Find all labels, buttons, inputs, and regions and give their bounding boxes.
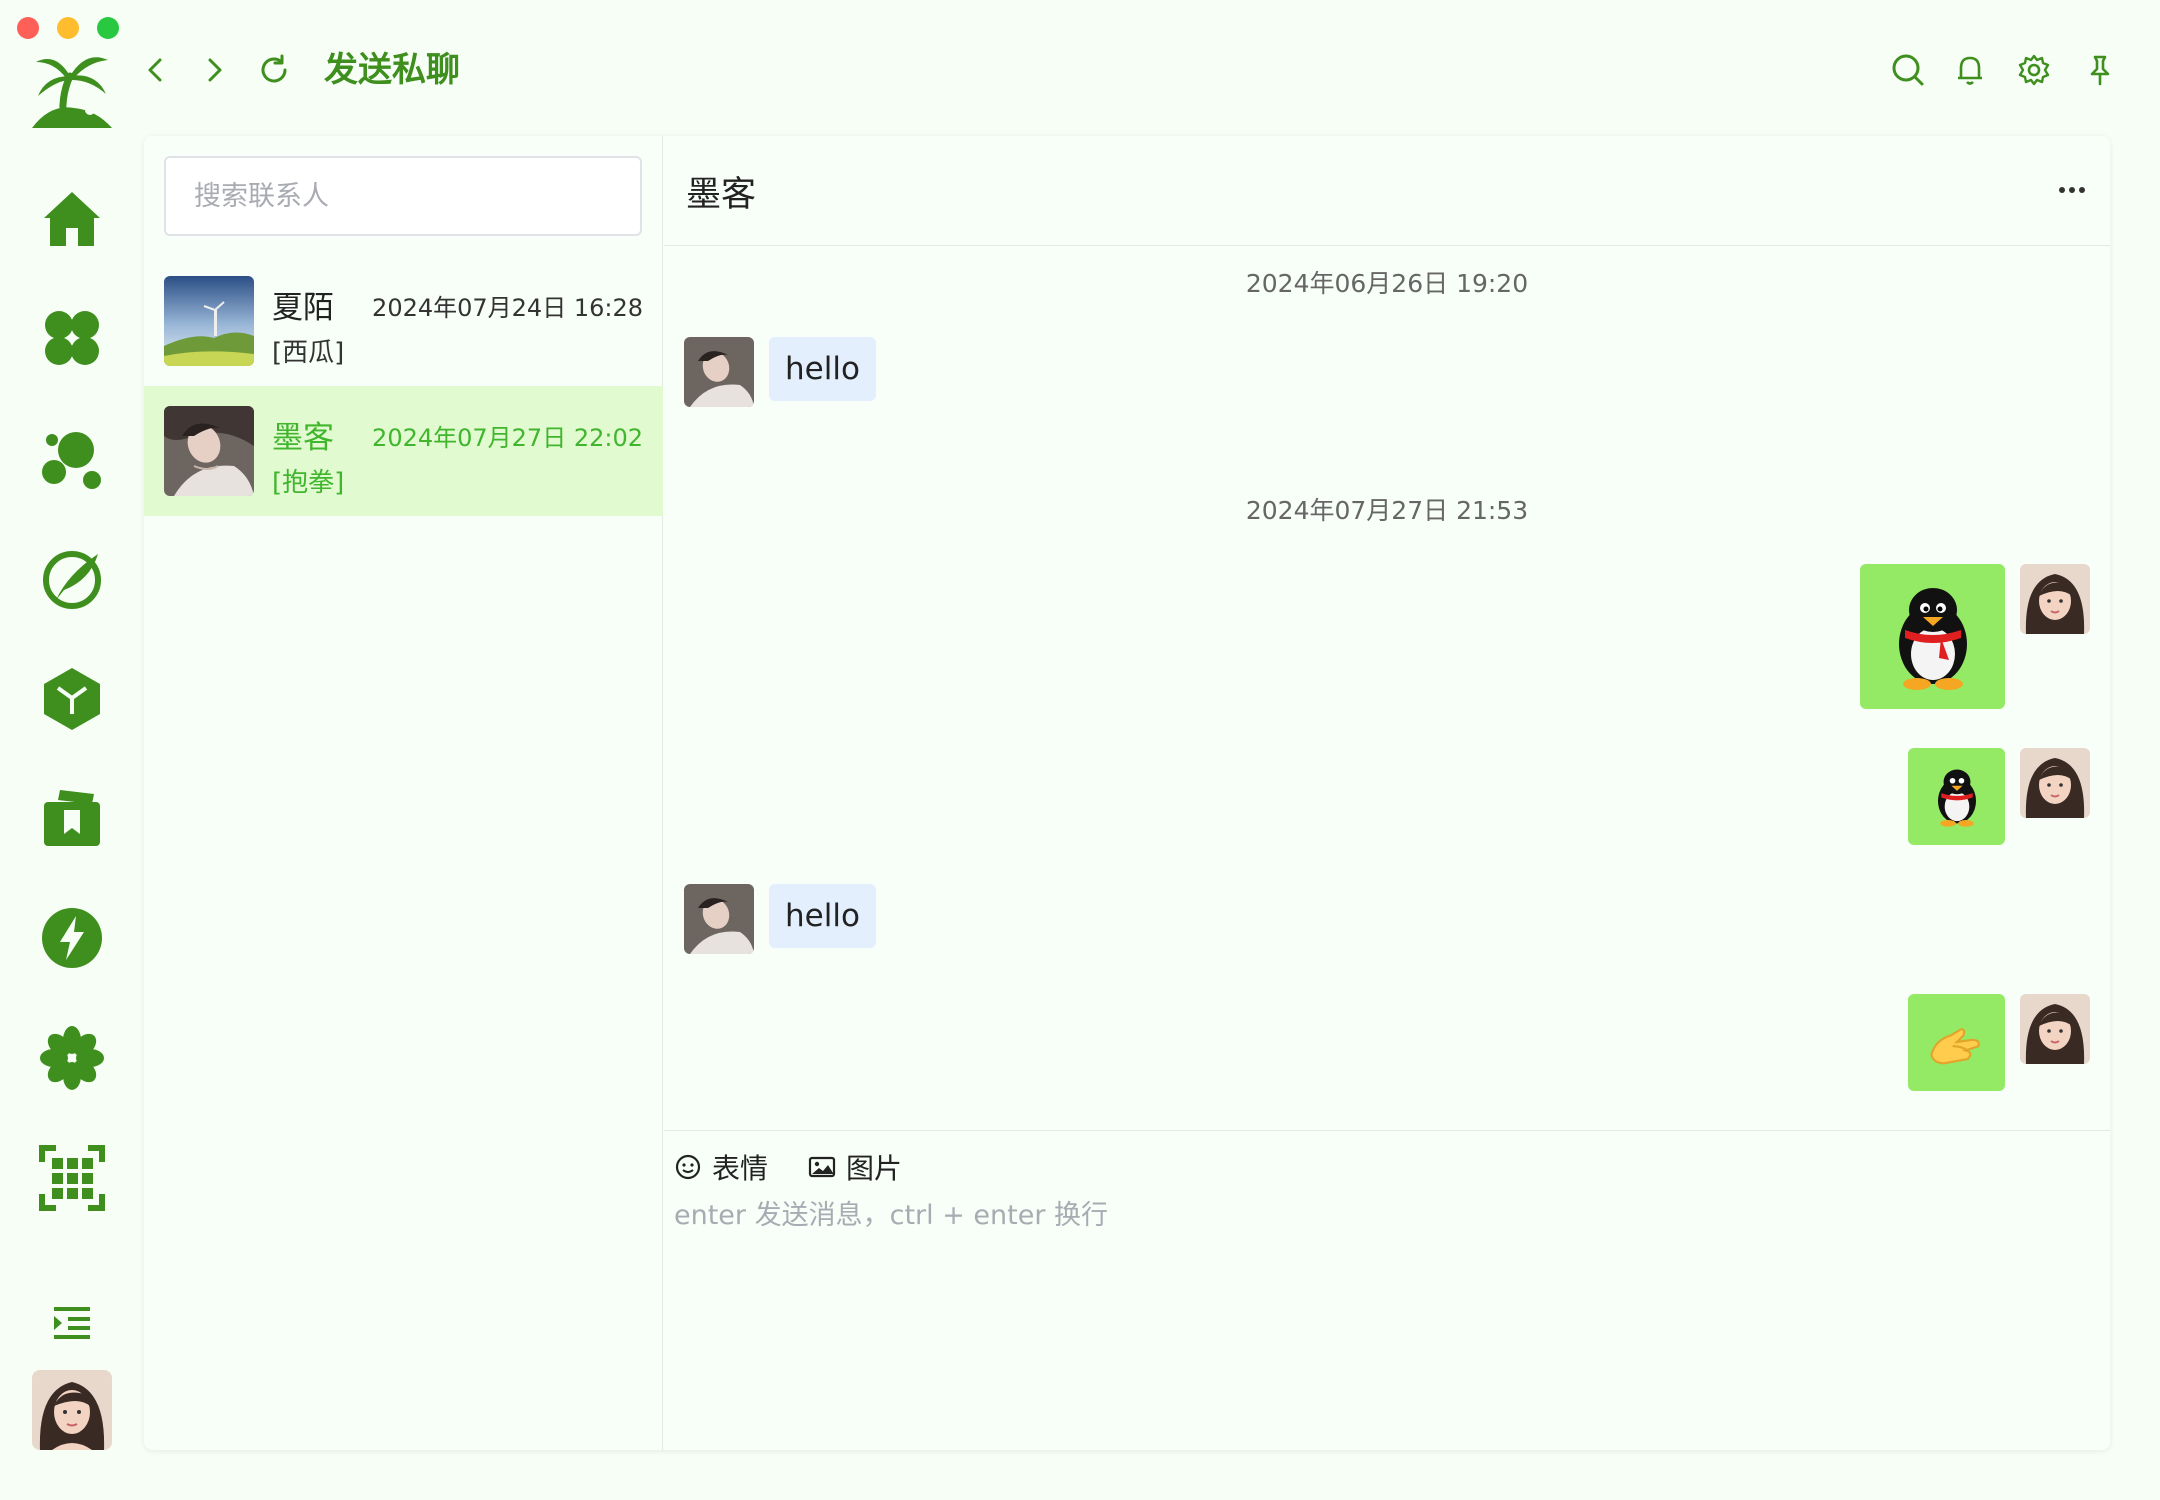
contact-avatar — [164, 406, 254, 496]
window-maximize-button[interactable] — [97, 17, 119, 39]
bell-icon[interactable] — [1948, 48, 1992, 92]
contact-name: 墨客 — [272, 420, 334, 456]
message-input[interactable] — [674, 1193, 2094, 1433]
page-title: 发送私聊 — [324, 50, 460, 90]
refresh-button[interactable] — [252, 48, 296, 92]
contact-last-message: [抱拳] — [272, 468, 345, 498]
feather-icon[interactable] — [38, 544, 106, 612]
back-button[interactable] — [134, 48, 178, 92]
emoji-label: 表情 — [712, 1152, 769, 1185]
contact-time: 2024年07月24日 16:28 — [372, 294, 643, 322]
forward-button[interactable] — [192, 48, 236, 92]
contact-item[interactable]: 夏陌 2024年07月24日 16:28 [西瓜] — [144, 256, 663, 386]
indent-menu-icon[interactable] — [52, 1306, 92, 1340]
user-avatar[interactable] — [32, 1370, 112, 1450]
chat-window: 墨客 2024年06月26日 19:20 hello 2024年07月27日 2… — [664, 136, 2110, 1450]
chat-header: 墨客 — [664, 136, 2110, 246]
gear-icon[interactable] — [2012, 48, 2056, 92]
search-icon[interactable] — [1886, 48, 1930, 92]
my-message-avatar[interactable] — [2020, 564, 2090, 634]
lightning-icon[interactable] — [38, 904, 106, 972]
window-close-button[interactable] — [17, 17, 39, 39]
contact-item-active[interactable]: 墨客 2024年07月27日 22:02 [抱拳] — [144, 386, 663, 516]
my-message-avatar[interactable] — [2020, 994, 2090, 1064]
contact-message-avatar[interactable] — [684, 884, 754, 954]
grid-scan-icon[interactable] — [38, 1144, 106, 1212]
flower-icon[interactable] — [38, 1024, 106, 1092]
image-label: 图片 — [846, 1152, 903, 1185]
penguin-sticker-small[interactable] — [1908, 748, 2005, 845]
message-composer: 表情 图片 — [664, 1130, 2110, 1450]
contact-search-input[interactable] — [164, 156, 642, 236]
message-timestamp: 2024年07月27日 21:53 — [1245, 496, 1529, 525]
fist-salute-sticker[interactable] — [1908, 994, 2005, 1091]
bookmark-folder-icon[interactable] — [38, 784, 106, 852]
penguin-sticker-large[interactable] — [1860, 564, 2005, 709]
message-bubble[interactable]: hello — [769, 337, 876, 401]
contact-avatar — [164, 276, 254, 366]
chat-title: 墨客 — [686, 175, 757, 215]
image-button[interactable]: 图片 — [808, 1147, 902, 1187]
home-icon[interactable] — [38, 184, 106, 252]
contact-time: 2024年07月27日 22:02 — [372, 424, 643, 452]
message-timestamp: 2024年06月26日 19:20 — [1245, 269, 1529, 298]
bubbles-icon[interactable] — [38, 424, 106, 492]
palm-tree-logo — [30, 48, 114, 130]
cube-icon[interactable] — [38, 664, 106, 732]
message-bubble[interactable]: hello — [769, 884, 876, 948]
window-minimize-button[interactable] — [57, 17, 79, 39]
more-options-icon[interactable] — [2052, 170, 2092, 210]
clover-icon[interactable] — [38, 304, 106, 372]
main-panel: 夏陌 2024年07月24日 16:28 [西瓜] 墨客 2024年07月27日… — [144, 136, 2110, 1450]
image-icon — [808, 1156, 836, 1178]
emoji-button[interactable]: 表情 — [674, 1147, 768, 1187]
smiley-icon — [675, 1154, 701, 1180]
contact-list: 夏陌 2024年07月24日 16:28 [西瓜] 墨客 2024年07月27日… — [144, 136, 663, 1450]
contact-name: 夏陌 — [272, 290, 334, 326]
contact-last-message: [西瓜] — [272, 338, 345, 368]
pin-icon[interactable] — [2078, 48, 2122, 92]
contact-message-avatar[interactable] — [684, 337, 754, 407]
my-message-avatar[interactable] — [2020, 748, 2090, 818]
